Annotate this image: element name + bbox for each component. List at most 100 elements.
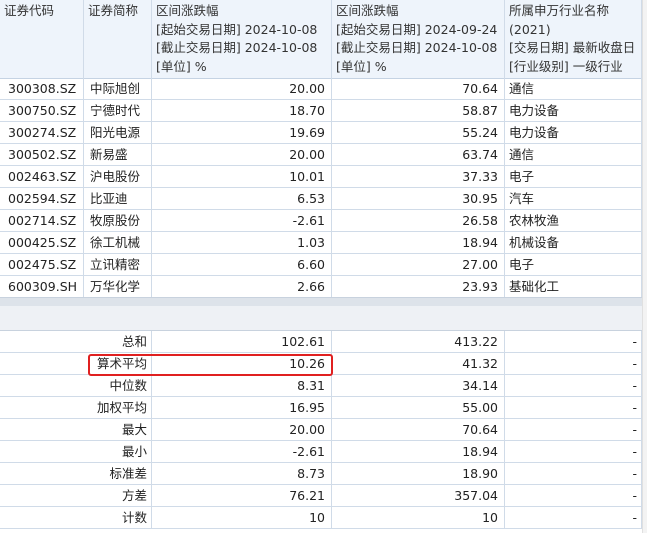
summary-label[interactable]: 方差 bbox=[0, 485, 152, 507]
cell-change-2[interactable]: 18.94 bbox=[332, 232, 505, 254]
cell-change-2[interactable]: 55.24 bbox=[332, 122, 505, 144]
summary-value-1[interactable]: 10 bbox=[152, 507, 332, 529]
column-header-code[interactable]: 证券代码 bbox=[0, 0, 84, 78]
summary-value-2[interactable]: 41.32 bbox=[332, 353, 505, 375]
summary-value-2[interactable]: 70.64 bbox=[332, 419, 505, 441]
cell-industry[interactable]: 基础化工 bbox=[505, 276, 642, 298]
column-header-change-2[interactable]: 区间涨跌幅 [起始交易日期] 2024-09-24 [截止交易日期] 2024-… bbox=[332, 0, 505, 78]
cell-name[interactable]: 万华化学 bbox=[84, 276, 152, 298]
cell-name[interactable]: 宁德时代 bbox=[84, 100, 152, 122]
summary-label[interactable]: 计数 bbox=[0, 507, 152, 529]
cell-code[interactable]: 300308.SZ bbox=[0, 78, 84, 100]
cell-code[interactable]: 002463.SZ bbox=[0, 166, 84, 188]
summary-label[interactable]: 加权平均 bbox=[0, 397, 152, 419]
summary-row[interactable]: 中位数 8.31 34.14- bbox=[0, 375, 647, 397]
cell-name[interactable]: 中际旭创 bbox=[84, 78, 152, 100]
cell-change-1[interactable]: 20.00 bbox=[152, 144, 332, 166]
cell-code[interactable]: 300502.SZ bbox=[0, 144, 84, 166]
summary-value-1[interactable]: 16.95 bbox=[152, 397, 332, 419]
summary-value-2[interactable]: 18.94 bbox=[332, 441, 505, 463]
summary-value-3[interactable]: - bbox=[505, 463, 642, 485]
table-row[interactable]: 002594.SZ 比亚迪 6.53 30.95 汽车 bbox=[0, 188, 647, 210]
summary-row[interactable]: 计数 10 10- bbox=[0, 507, 647, 529]
cell-code[interactable]: 300274.SZ bbox=[0, 122, 84, 144]
cell-industry[interactable]: 通信 bbox=[505, 144, 642, 166]
summary-value-1[interactable]: 102.61 bbox=[152, 331, 332, 353]
summary-row[interactable]: 算术平均 10.26 41.32- bbox=[0, 353, 647, 375]
summary-value-3[interactable]: - bbox=[505, 331, 642, 353]
cell-code[interactable]: 002475.SZ bbox=[0, 254, 84, 276]
cell-code[interactable]: 300750.SZ bbox=[0, 100, 84, 122]
cell-industry[interactable]: 通信 bbox=[505, 78, 642, 100]
cell-industry[interactable]: 电子 bbox=[505, 254, 642, 276]
cell-code[interactable]: 000425.SZ bbox=[0, 232, 84, 254]
cell-change-2[interactable]: 37.33 bbox=[332, 166, 505, 188]
cell-code[interactable]: 600309.SH bbox=[0, 276, 84, 298]
table-row[interactable]: 300274.SZ 阳光电源 19.69 55.24 电力设备 bbox=[0, 122, 647, 144]
summary-value-2[interactable]: 55.00 bbox=[332, 397, 505, 419]
column-header-name[interactable]: 证券简称 bbox=[84, 0, 152, 78]
cell-name[interactable]: 比亚迪 bbox=[84, 188, 152, 210]
summary-row[interactable]: 加权平均 16.95 55.00- bbox=[0, 397, 647, 419]
table-row[interactable]: 600309.SH 万华化学 2.66 23.93 基础化工 bbox=[0, 276, 647, 298]
cell-name[interactable]: 沪电股份 bbox=[84, 166, 152, 188]
cell-change-2[interactable]: 27.00 bbox=[332, 254, 505, 276]
cell-change-1[interactable]: 2.66 bbox=[152, 276, 332, 298]
summary-value-2[interactable]: 357.04 bbox=[332, 485, 505, 507]
summary-label[interactable]: 最大 bbox=[0, 419, 152, 441]
cell-change-1[interactable]: 18.70 bbox=[152, 100, 332, 122]
summary-value-1[interactable]: 8.73 bbox=[152, 463, 332, 485]
cell-change-1[interactable]: 10.01 bbox=[152, 166, 332, 188]
cell-change-1[interactable]: 6.53 bbox=[152, 188, 332, 210]
summary-row[interactable]: 总和 102.61 413.22- bbox=[0, 331, 647, 353]
cell-code[interactable]: 002594.SZ bbox=[0, 188, 84, 210]
summary-value-2[interactable]: 413.22 bbox=[332, 331, 505, 353]
cell-code[interactable]: 002714.SZ bbox=[0, 210, 84, 232]
cell-change-2[interactable]: 23.93 bbox=[332, 276, 505, 298]
table-row[interactable]: 002475.SZ 立讯精密 6.60 27.00 电子 bbox=[0, 254, 647, 276]
summary-value-1[interactable]: 8.31 bbox=[152, 375, 332, 397]
cell-change-1[interactable]: -2.61 bbox=[152, 210, 332, 232]
cell-industry[interactable]: 机械设备 bbox=[505, 232, 642, 254]
scrollbar[interactable] bbox=[642, 0, 647, 533]
summary-label[interactable]: 总和 bbox=[0, 331, 152, 353]
summary-row[interactable]: 方差 76.21 357.04- bbox=[0, 485, 647, 507]
cell-change-2[interactable]: 58.87 bbox=[332, 100, 505, 122]
summary-value-3[interactable]: - bbox=[505, 375, 642, 397]
summary-value-1[interactable]: 10.26 bbox=[152, 353, 332, 375]
summary-value-1[interactable]: 76.21 bbox=[152, 485, 332, 507]
cell-change-2[interactable]: 30.95 bbox=[332, 188, 505, 210]
cell-name[interactable]: 徐工机械 bbox=[84, 232, 152, 254]
table-row[interactable]: 300308.SZ 中际旭创 20.00 70.64 通信 bbox=[0, 78, 647, 100]
table-row[interactable]: 300502.SZ 新易盛 20.00 63.74 通信 bbox=[0, 144, 647, 166]
summary-value-2[interactable]: 34.14 bbox=[332, 375, 505, 397]
cell-name[interactable]: 牧原股份 bbox=[84, 210, 152, 232]
summary-value-1[interactable]: 20.00 bbox=[152, 419, 332, 441]
summary-value-3[interactable]: - bbox=[505, 441, 642, 463]
cell-industry[interactable]: 电力设备 bbox=[505, 100, 642, 122]
summary-row[interactable]: 最大 20.00 70.64- bbox=[0, 419, 647, 441]
cell-change-2[interactable]: 63.74 bbox=[332, 144, 505, 166]
table-row[interactable]: 002714.SZ 牧原股份 -2.61 26.58 农林牧渔 bbox=[0, 210, 647, 232]
summary-label[interactable]: 最小 bbox=[0, 441, 152, 463]
cell-change-1[interactable]: 6.60 bbox=[152, 254, 332, 276]
summary-label[interactable]: 算术平均 bbox=[0, 353, 152, 375]
summary-value-2[interactable]: 10 bbox=[332, 507, 505, 529]
column-header-change-1[interactable]: 区间涨跌幅 [起始交易日期] 2024-10-08 [截止交易日期] 2024-… bbox=[152, 0, 332, 78]
summary-value-3[interactable]: - bbox=[505, 419, 642, 441]
cell-industry[interactable]: 农林牧渔 bbox=[505, 210, 642, 232]
summary-value-3[interactable]: - bbox=[505, 353, 642, 375]
cell-change-1[interactable]: 19.69 bbox=[152, 122, 332, 144]
cell-change-2[interactable]: 26.58 bbox=[332, 210, 505, 232]
table-row[interactable]: 002463.SZ 沪电股份 10.01 37.33 电子 bbox=[0, 166, 647, 188]
summary-value-3[interactable]: - bbox=[505, 485, 642, 507]
column-header-industry[interactable]: 所属申万行业名称 (2021) [交易日期] 最新收盘日 [行业级别] 一级行业 bbox=[505, 0, 642, 78]
cell-name[interactable]: 新易盛 bbox=[84, 144, 152, 166]
cell-industry[interactable]: 汽车 bbox=[505, 188, 642, 210]
summary-value-1[interactable]: -2.61 bbox=[152, 441, 332, 463]
cell-change-1[interactable]: 20.00 bbox=[152, 78, 332, 100]
summary-label[interactable]: 中位数 bbox=[0, 375, 152, 397]
summary-value-3[interactable]: - bbox=[505, 507, 642, 529]
cell-industry[interactable]: 电子 bbox=[505, 166, 642, 188]
cell-change-1[interactable]: 1.03 bbox=[152, 232, 332, 254]
